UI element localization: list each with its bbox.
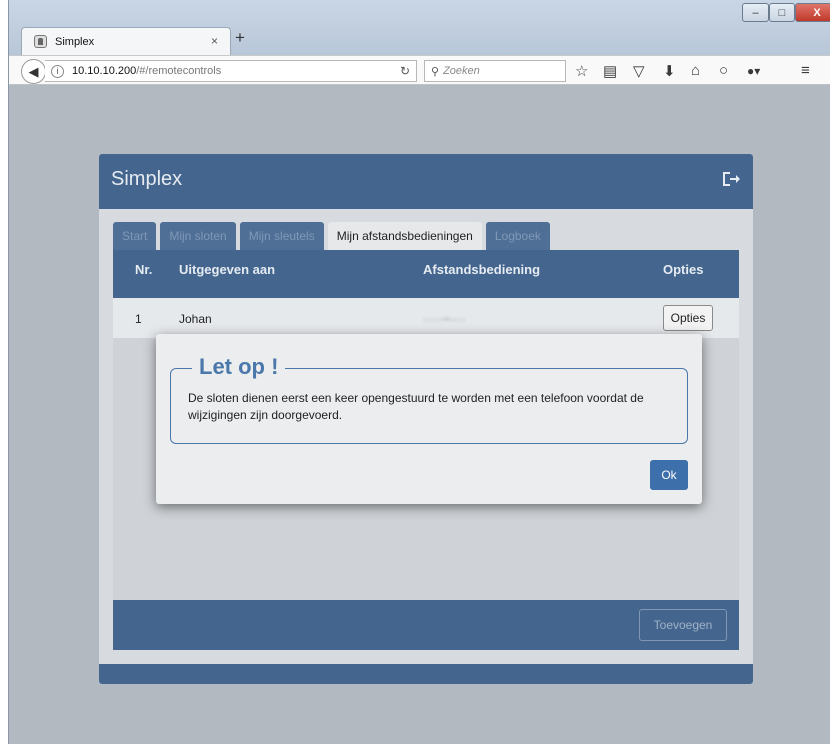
pocket-icon[interactable]: ▽	[633, 62, 645, 80]
cell-nr: 1	[135, 312, 142, 326]
toevoegen-button[interactable]: Toevoegen	[639, 609, 727, 641]
new-tab-button[interactable]: +	[235, 28, 245, 48]
header-remote: Afstandsbediening	[423, 262, 541, 277]
bookmarks-library-icon[interactable]: ▤	[603, 62, 617, 80]
close-window-button[interactable]: X	[795, 3, 830, 22]
alert-modal: Let op ! De sloten dienen eerst een keer…	[156, 334, 702, 504]
chat-icon[interactable]: ○	[719, 62, 728, 79]
search-placeholder: Zoeken	[443, 65, 480, 77]
search-icon: ⚲	[431, 65, 440, 78]
bookmark-star-icon[interactable]: ☆	[575, 62, 588, 80]
favicon-icon	[34, 35, 47, 48]
url-path: /#/remotecontrols	[136, 65, 222, 77]
url-host: 10.10.10.200	[72, 65, 137, 77]
cell-remote: ·····−····	[423, 312, 466, 326]
app-title: Simplex	[111, 168, 183, 190]
minimize-button[interactable]: –	[742, 3, 769, 22]
browser-tab[interactable]: Simplex ×	[21, 27, 231, 55]
app-footer: Toevoegen	[113, 600, 739, 650]
address-bar[interactable]: i 10.10.10.200/#/remotecontrols ↻	[45, 60, 417, 82]
app-header: Simplex	[99, 154, 753, 209]
cell-issued-to: Johan	[179, 312, 212, 326]
modal-message: De sloten dienen eerst een keer opengest…	[188, 391, 644, 422]
ok-button[interactable]: Ok	[650, 460, 688, 490]
tab-mijn-afstandsbedieningen[interactable]: Mijn afstandsbedieningen	[327, 222, 482, 250]
tab-close-icon[interactable]: ×	[211, 34, 218, 48]
adblock-icon[interactable]: ●▾	[747, 64, 760, 78]
tab-title: Simplex	[55, 35, 95, 48]
tab-bar: Start Mijn sloten Mijn sleutels Mijn afs…	[113, 222, 550, 250]
reload-icon[interactable]: ↻	[400, 64, 410, 78]
search-input[interactable]: ⚲ Zoeken	[424, 60, 566, 82]
header-nr: Nr.	[135, 262, 153, 277]
table-row: 1 Johan ·····−···· Opties	[113, 298, 739, 338]
modal-title: Let op !	[192, 354, 286, 380]
logout-icon[interactable]	[721, 170, 741, 188]
tab-mijn-sleutels[interactable]: Mijn sleutels	[239, 222, 324, 250]
tab-logboek[interactable]: Logboek	[485, 222, 550, 250]
header-options: Opties	[663, 262, 704, 277]
navigation-bar: ◀ i 10.10.10.200/#/remotecontrols ↻ ⚲ Zo…	[9, 55, 830, 85]
tab-mijn-sloten[interactable]: Mijn sloten	[160, 222, 236, 250]
menu-icon[interactable]: ≡	[801, 62, 810, 79]
page-content: Simplex Start Mijn sloten Mijn sleutels …	[9, 86, 830, 744]
opties-button[interactable]: Opties	[663, 305, 713, 331]
download-icon[interactable]: ⬇	[663, 62, 676, 80]
home-icon[interactable]: ⌂	[691, 62, 700, 79]
browser-window: Simplex × + – □ X ◀ i 10.10.10.200/#/rem…	[8, 0, 830, 744]
tab-start[interactable]: Start	[113, 222, 157, 250]
app-bottom-bar	[99, 664, 753, 684]
arrow-left-icon: ◀	[28, 63, 39, 79]
header-issued-to: Uitgegeven aan	[179, 262, 276, 277]
info-icon[interactable]: i	[51, 64, 64, 78]
title-bar: Simplex × + – □ X	[9, 0, 830, 55]
back-button[interactable]: ◀	[21, 59, 46, 84]
table-header: Nr. Uitgegeven aan Afstandsbediening Opt…	[113, 250, 739, 298]
maximize-button[interactable]: □	[769, 3, 795, 22]
